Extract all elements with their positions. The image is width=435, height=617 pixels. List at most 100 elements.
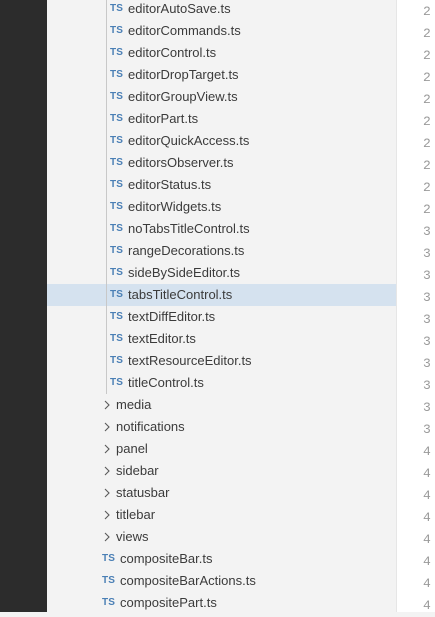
- line-number: 4: [423, 598, 431, 613]
- indent-guide: [106, 262, 107, 284]
- tree-file-item[interactable]: TS editorWidgets.ts: [47, 196, 396, 218]
- file-name-label: titleControl.ts: [128, 375, 204, 390]
- folder-name-label: statusbar: [116, 485, 170, 500]
- indent-guide: [106, 328, 107, 350]
- chevron-right-icon[interactable]: [102, 460, 116, 482]
- chevron-right-icon[interactable]: [102, 504, 116, 526]
- typescript-file-icon: TS: [110, 245, 124, 256]
- typescript-file-icon: TS: [110, 377, 124, 388]
- file-name-label: compositeBar.ts: [120, 551, 213, 566]
- indent-guide: [106, 42, 107, 64]
- indent-guide: [106, 108, 107, 130]
- file-name-label: compositePart.ts: [120, 595, 217, 610]
- file-name-label: textResourceEditor.ts: [128, 353, 252, 368]
- line-number: 2: [423, 26, 431, 41]
- indent-guide: [106, 152, 107, 174]
- tree-folder-item[interactable]: titlebar: [47, 504, 396, 526]
- file-name-label: editorPart.ts: [128, 111, 199, 126]
- tree-file-item[interactable]: TS editorControl.ts: [47, 42, 396, 64]
- tree-file-item[interactable]: TS textEditor.ts: [47, 328, 396, 350]
- line-number: 4: [423, 466, 431, 481]
- indent-guide: [106, 130, 107, 152]
- file-name-label: editorGroupView.ts: [128, 89, 238, 104]
- typescript-file-icon: TS: [110, 135, 124, 146]
- tree-file-item[interactable]: TS rangeDecorations.ts: [47, 240, 396, 262]
- line-number: 2: [423, 136, 431, 151]
- file-name-label: textDiffEditor.ts: [128, 309, 216, 324]
- tree-folder-item[interactable]: notifications: [47, 416, 396, 438]
- line-number: 3: [423, 378, 431, 393]
- file-name-label: noTabsTitleControl.ts: [128, 221, 250, 236]
- chevron-right-icon[interactable]: [102, 526, 116, 548]
- file-name-label: editorsObserver.ts: [128, 155, 234, 170]
- tree-file-item[interactable]: TS editorPart.ts: [47, 108, 396, 130]
- tree-file-item[interactable]: TS editorCommands.ts: [47, 20, 396, 42]
- line-number: 2: [423, 180, 431, 195]
- indent-guide: [106, 86, 107, 108]
- line-number: 2: [423, 158, 431, 173]
- tree-file-item[interactable]: TS textDiffEditor.ts: [47, 306, 396, 328]
- tree-file-item[interactable]: TS compositeBar.ts: [47, 548, 396, 570]
- activity-bar: [0, 0, 47, 612]
- tree-file-item[interactable]: TS editorQuickAccess.ts: [47, 130, 396, 152]
- indent-guide: [106, 174, 107, 196]
- line-number: 4: [423, 510, 431, 525]
- tree-file-item[interactable]: TS tabsTitleControl.ts: [47, 284, 396, 306]
- chevron-right-icon[interactable]: [102, 482, 116, 504]
- indent-guide: [106, 350, 107, 372]
- file-name-label: tabsTitleControl.ts: [128, 287, 233, 302]
- line-number: 4: [423, 488, 431, 503]
- tree-file-item[interactable]: TS textResourceEditor.ts: [47, 350, 396, 372]
- line-number: 2: [423, 4, 431, 19]
- tree-file-item[interactable]: TS editorAutoSave.ts: [47, 0, 396, 20]
- typescript-file-icon: TS: [110, 267, 124, 278]
- tree-folder-item[interactable]: panel: [47, 438, 396, 460]
- tree-folder-item[interactable]: views: [47, 526, 396, 548]
- file-explorer-tree: TS editorAutoSave.ts TS editorCommands.ts TS…: [47, 0, 396, 614]
- chevron-right-icon[interactable]: [102, 394, 116, 416]
- line-number: 4: [423, 532, 431, 547]
- line-number: 2: [423, 114, 431, 129]
- file-name-label: editorCommands.ts: [128, 23, 241, 38]
- chevron-right-icon[interactable]: [102, 416, 116, 438]
- tree-file-item[interactable]: TS editorGroupView.ts: [47, 86, 396, 108]
- file-name-label: editorWidgets.ts: [128, 199, 222, 214]
- typescript-file-icon: TS: [102, 575, 116, 586]
- line-number: 4: [423, 576, 431, 591]
- tree-file-item[interactable]: TS editorDropTarget.ts: [47, 64, 396, 86]
- typescript-file-icon: TS: [110, 47, 124, 58]
- typescript-file-icon: TS: [110, 355, 124, 366]
- file-name-label: textEditor.ts: [128, 331, 196, 346]
- editor-line-gutter: 2 2 2 2 2 2 2 2 2 2 3 3 3 3 3 3 3 3 3 3 4 4 4 4 4 4 4 4: [396, 0, 435, 613]
- folder-name-label: sidebar: [116, 463, 159, 478]
- typescript-file-icon: TS: [110, 333, 124, 344]
- line-number: 3: [423, 268, 431, 283]
- file-name-label: editorQuickAccess.ts: [128, 133, 250, 148]
- line-number: 3: [423, 356, 431, 371]
- tree-file-item[interactable]: TS titleControl.ts: [47, 372, 396, 394]
- tree-file-item[interactable]: TS noTabsTitleControl.ts: [47, 218, 396, 240]
- indent-guide: [106, 218, 107, 240]
- tree-file-item[interactable]: TS editorStatus.ts: [47, 174, 396, 196]
- line-number: 3: [423, 422, 431, 437]
- line-number: 3: [423, 334, 431, 349]
- tree-folder-item[interactable]: statusbar: [47, 482, 396, 504]
- typescript-file-icon: TS: [110, 3, 124, 14]
- file-name-label: compositeBarActions.ts: [120, 573, 256, 588]
- typescript-file-icon: TS: [102, 553, 116, 564]
- typescript-file-icon: TS: [110, 223, 124, 234]
- file-name-label: rangeDecorations.ts: [128, 243, 245, 258]
- typescript-file-icon: TS: [110, 69, 124, 80]
- indent-guide: [106, 372, 107, 394]
- tree-file-item[interactable]: TS editorsObserver.ts: [47, 152, 396, 174]
- tree-file-item[interactable]: TS compositePart.ts: [47, 592, 396, 614]
- line-number: 2: [423, 202, 431, 217]
- chevron-right-icon[interactable]: [102, 438, 116, 460]
- file-name-label: editorAutoSave.ts: [128, 1, 231, 16]
- tree-folder-item[interactable]: media: [47, 394, 396, 416]
- tree-file-item[interactable]: TS sideBySideEditor.ts: [47, 262, 396, 284]
- line-number: 2: [423, 70, 431, 85]
- tree-folder-item[interactable]: sidebar: [47, 460, 396, 482]
- file-name-label: editorStatus.ts: [128, 177, 212, 192]
- tree-file-item[interactable]: TS compositeBarActions.ts: [47, 570, 396, 592]
